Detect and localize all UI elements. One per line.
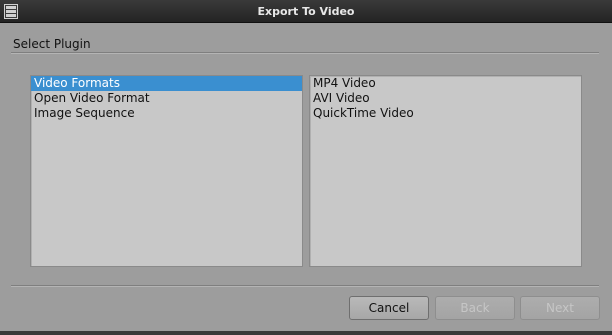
- plugin-format-list[interactable]: MP4 Video AVI Video QuickTime Video: [309, 75, 582, 267]
- category-item-image-sequence[interactable]: Image Sequence: [31, 106, 302, 121]
- window-title: Export To Video: [257, 5, 355, 18]
- section-label: Select Plugin: [13, 37, 91, 51]
- format-item-avi[interactable]: AVI Video: [310, 91, 581, 106]
- top-separator: [11, 52, 599, 54]
- format-item-quicktime[interactable]: QuickTime Video: [310, 106, 581, 121]
- cancel-button[interactable]: Cancel: [349, 296, 429, 320]
- category-item-open-video-format[interactable]: Open Video Format: [31, 91, 302, 106]
- category-item-video-formats[interactable]: Video Formats: [31, 76, 302, 91]
- back-button[interactable]: Back: [435, 296, 515, 320]
- format-item-mp4[interactable]: MP4 Video: [310, 76, 581, 91]
- next-button[interactable]: Next: [520, 296, 600, 320]
- title-bar[interactable]: Export To Video: [0, 0, 612, 23]
- plugin-category-list[interactable]: Video Formats Open Video Format Image Se…: [30, 75, 303, 267]
- bottom-separator: [11, 285, 599, 287]
- window-bottom-edge: [0, 331, 612, 335]
